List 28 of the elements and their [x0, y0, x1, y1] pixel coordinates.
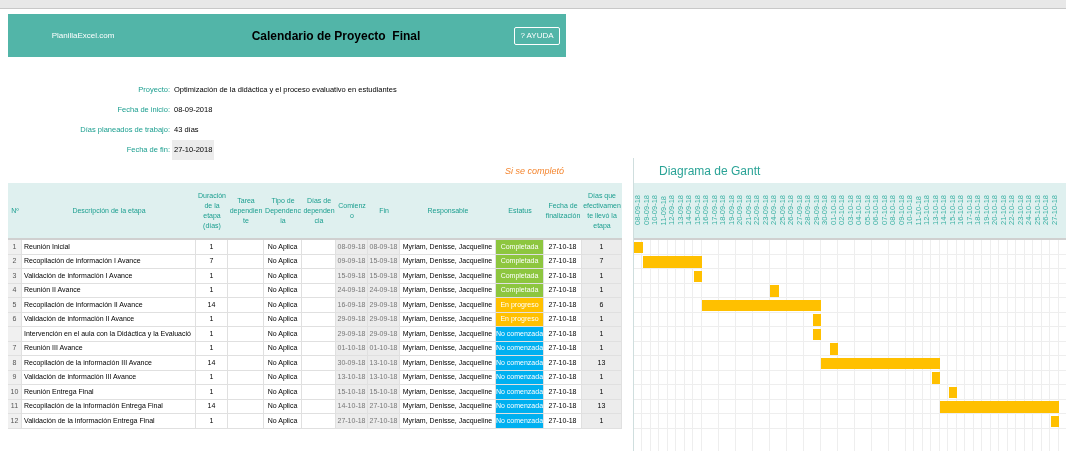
empty-cell	[228, 370, 264, 385]
empty-cell	[228, 341, 264, 356]
chart-title: Diagrama de Gantt	[659, 162, 761, 180]
page-title: Calendario de Proyecto Final	[250, 27, 422, 45]
empty-cell	[228, 356, 264, 371]
empty-cell	[228, 240, 264, 255]
gantt-bar	[634, 241, 643, 253]
help-button[interactable]: ? AYUDA	[514, 26, 560, 45]
gantt-bar	[812, 314, 821, 326]
empty-cell	[228, 414, 264, 429]
gantt-bar	[693, 270, 702, 282]
empty-cell	[228, 254, 264, 269]
empty-cell	[228, 269, 264, 284]
gantt-bar	[642, 256, 702, 268]
empty-cell	[228, 312, 264, 327]
gantt-bar	[931, 372, 940, 384]
empty-cell	[228, 283, 264, 298]
empty-cell	[228, 385, 264, 400]
gantt-bar	[829, 343, 838, 355]
empty-cell	[228, 298, 264, 313]
site-name: PlanillaExcel.com	[50, 29, 116, 42]
empty-cell	[228, 399, 264, 414]
gantt-bar	[1050, 415, 1059, 427]
gantt-bar	[770, 285, 779, 297]
completion-note: Si se completó	[504, 164, 564, 178]
empty-cell	[228, 327, 264, 342]
gantt-bar	[948, 386, 957, 398]
gantt-bar	[812, 328, 821, 340]
